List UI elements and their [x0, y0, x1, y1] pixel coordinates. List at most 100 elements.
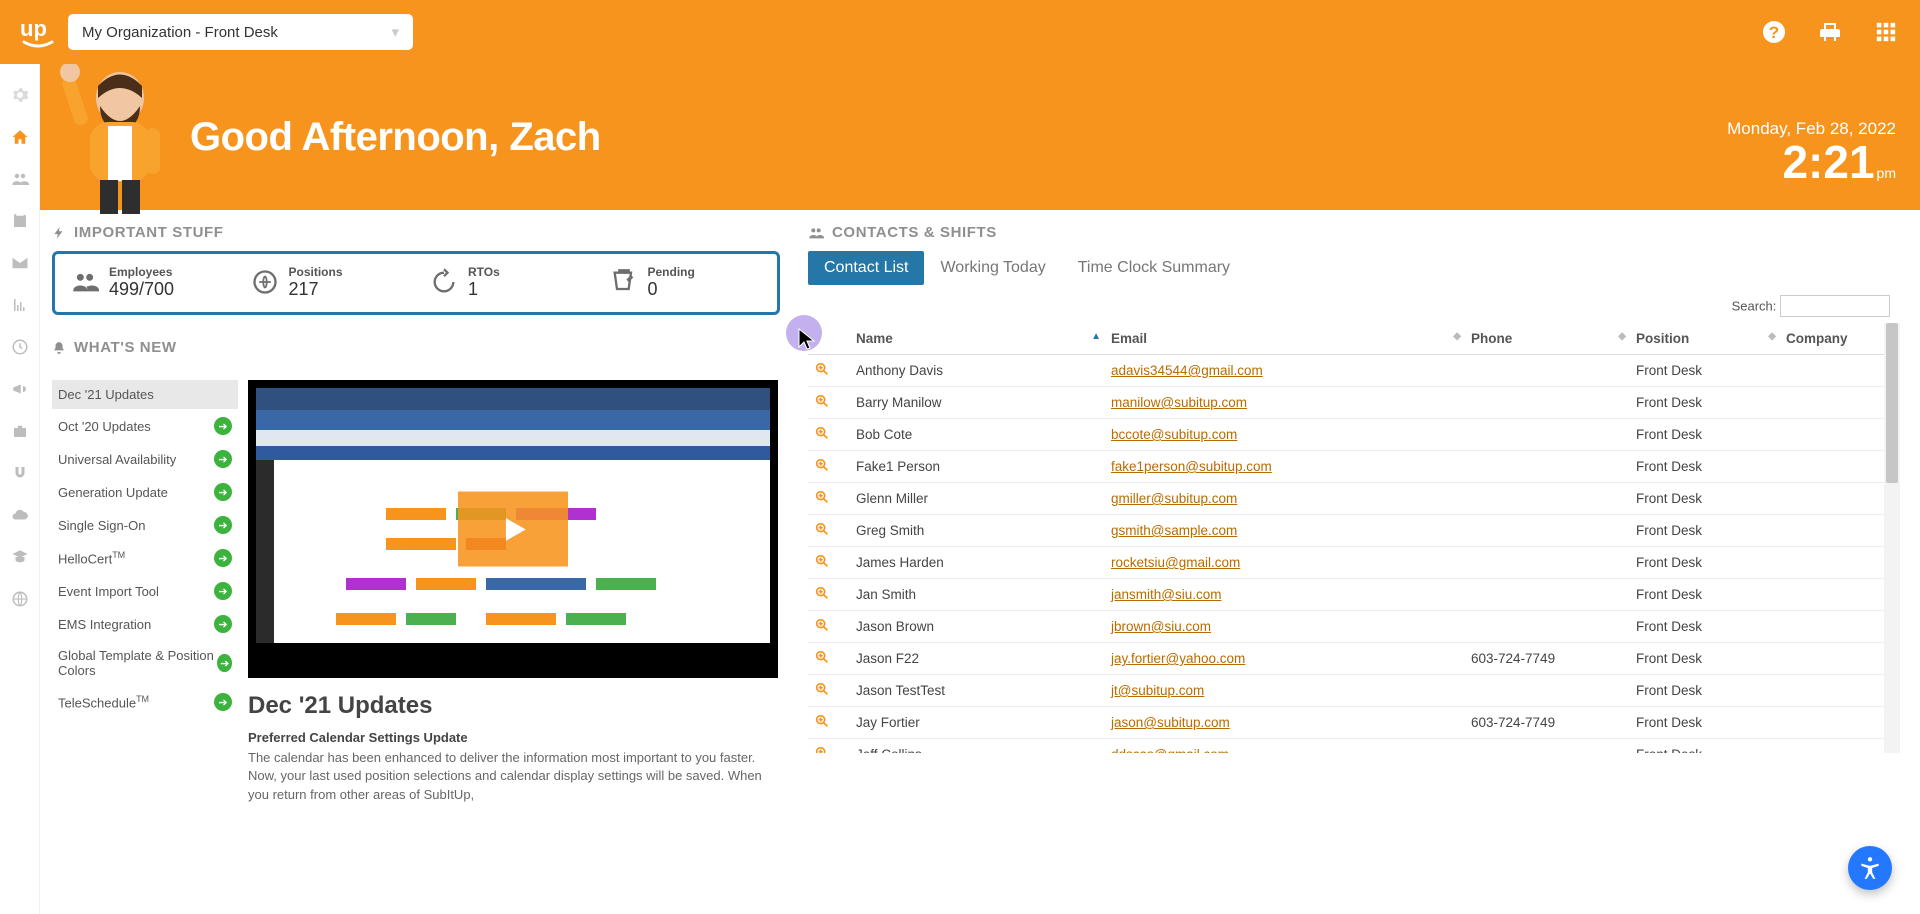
stat-label: Employees [109, 266, 174, 279]
stat-label: Pending [648, 266, 695, 279]
magnify-icon[interactable] [814, 617, 830, 633]
table-row: Greg Smithgsmith@sample.comFront Desk [808, 515, 1900, 547]
magnify-icon[interactable] [814, 745, 830, 753]
stat-value: 499/700 [109, 279, 174, 300]
email-link[interactable]: jason@subitup.com [1111, 715, 1230, 730]
chevron-down-icon: ▾ [391, 23, 399, 41]
cell-position: Front Desk [1630, 579, 1780, 611]
play-button[interactable] [458, 492, 568, 567]
magnify-icon[interactable] [814, 489, 830, 505]
whatsnew-item[interactable]: Global Template & Position Colors➔ [52, 641, 238, 686]
apps-grid-icon[interactable] [1872, 18, 1900, 46]
magnify-icon[interactable] [814, 713, 830, 729]
email-link[interactable]: ddscas@gmail.com [1111, 747, 1229, 753]
email-link[interactable]: rocketsiu@gmail.com [1111, 555, 1240, 570]
magnify-icon[interactable] [814, 649, 830, 665]
stat-icon [71, 268, 99, 296]
column-header-position[interactable]: Position◆ [1630, 323, 1780, 355]
table-row: Fake1 Personfake1person@subitup.comFront… [808, 451, 1900, 483]
whatsnew-item[interactable]: Generation Update➔ [52, 476, 238, 509]
cell-position: Front Desk [1630, 419, 1780, 451]
org-selector-label: My Organization - Front Desk [82, 24, 278, 41]
org-selector[interactable]: My Organization - Front Desk ▾ [68, 14, 413, 50]
column-header-phone[interactable]: Phone◆ [1465, 323, 1630, 355]
important-stuff-title: IMPORTANT STUFF [52, 224, 780, 241]
globe-icon[interactable] [11, 590, 29, 608]
gear-icon[interactable] [11, 86, 29, 104]
mail-icon[interactable] [11, 254, 29, 272]
app-logo[interactable]: up [20, 14, 56, 50]
people-icon [808, 225, 824, 241]
whatsnew-item[interactable]: Dec '21 Updates [52, 380, 238, 410]
column-header-company[interactable]: Company◆ [1780, 323, 1900, 355]
cell-company [1780, 419, 1900, 451]
email-link[interactable]: jt@subitup.com [1111, 683, 1204, 698]
svg-text:?: ? [1769, 23, 1779, 42]
magnify-icon[interactable] [814, 457, 830, 473]
print-icon[interactable] [1816, 18, 1844, 46]
magnify-icon[interactable] [814, 521, 830, 537]
help-icon[interactable]: ? [1760, 18, 1788, 46]
column-header-email[interactable]: Email◆ [1105, 323, 1465, 355]
magnify-icon[interactable] [814, 681, 830, 697]
bell-icon [52, 341, 66, 355]
scrollbar[interactable] [1884, 323, 1900, 753]
whatsnew-item[interactable]: HelloCertTM➔ [52, 542, 238, 575]
magnify-icon[interactable] [814, 425, 830, 441]
email-link[interactable]: bccote@subitup.com [1111, 427, 1237, 442]
email-link[interactable]: adavis34544@gmail.com [1111, 363, 1263, 378]
stat-card-pending[interactable]: Pending0 [598, 258, 774, 308]
clock-icon[interactable] [11, 338, 29, 356]
whatsnew-item[interactable]: Oct '20 Updates➔ [52, 410, 238, 443]
cell-email: fake1person@subitup.com [1105, 451, 1465, 483]
cell-company [1780, 611, 1900, 643]
cell-company [1780, 515, 1900, 547]
megaphone-icon[interactable] [11, 380, 29, 398]
chart-icon[interactable] [11, 296, 29, 314]
column-header-name[interactable]: Name▲ [850, 323, 1105, 355]
magnify-icon[interactable] [814, 553, 830, 569]
briefcase-icon[interactable] [11, 422, 29, 440]
graduation-icon[interactable] [11, 548, 29, 566]
home-icon[interactable] [11, 128, 29, 146]
whatsnew-item[interactable]: EMS Integration➔ [52, 608, 238, 641]
stat-card-rtos[interactable]: RTOs1 [418, 258, 594, 308]
email-link[interactable]: fake1person@subitup.com [1111, 459, 1272, 474]
cell-position: Front Desk [1630, 739, 1780, 754]
tab-working-today[interactable]: Working Today [924, 251, 1061, 285]
cell-phone [1465, 355, 1630, 387]
whatsnew-item[interactable]: Universal Availability➔ [52, 443, 238, 476]
email-link[interactable]: gsmith@sample.com [1111, 523, 1237, 538]
avatar-illustration [50, 64, 185, 214]
whatsnew-item[interactable]: TeleScheduleTM➔ [52, 686, 238, 719]
stat-value: 0 [648, 279, 695, 300]
email-link[interactable]: manilow@subitup.com [1111, 395, 1247, 410]
stat-card-employees[interactable]: Employees499/700 [59, 258, 235, 308]
people-icon[interactable] [11, 170, 29, 188]
cell-email: gsmith@sample.com [1105, 515, 1465, 547]
email-link[interactable]: jay.fortier@yahoo.com [1111, 651, 1245, 666]
accessibility-button[interactable] [1848, 846, 1892, 890]
whatsnew-item-label: EMS Integration [58, 617, 151, 632]
whats-new-video[interactable] [248, 380, 778, 678]
arrow-right-icon: ➔ [214, 693, 232, 711]
calendar-icon[interactable] [11, 212, 29, 230]
email-link[interactable]: jansmith@siu.com [1111, 587, 1222, 602]
magnify-icon[interactable] [814, 393, 830, 409]
magnify-icon[interactable] [814, 585, 830, 601]
whatsnew-item[interactable]: Single Sign-On➔ [52, 509, 238, 542]
magnify-icon[interactable] [814, 361, 830, 377]
email-link[interactable]: jbrown@siu.com [1111, 619, 1211, 634]
whatsnew-item[interactable]: Event Import Tool➔ [52, 575, 238, 608]
tab-contact-list[interactable]: Contact List [808, 251, 924, 285]
scrollbar-thumb[interactable] [1886, 323, 1898, 483]
arrow-right-icon: ➔ [214, 549, 232, 567]
search-input[interactable] [1780, 295, 1890, 317]
email-link[interactable]: gmiller@subitup.com [1111, 491, 1237, 506]
cloud-icon[interactable] [11, 506, 29, 524]
arrow-right-icon: ➔ [214, 516, 232, 534]
stat-card-positions[interactable]: Positions217 [239, 258, 415, 308]
tab-time-clock-summary[interactable]: Time Clock Summary [1062, 251, 1246, 285]
cell-name: James Harden [850, 547, 1105, 579]
magnet-icon[interactable] [11, 464, 29, 482]
